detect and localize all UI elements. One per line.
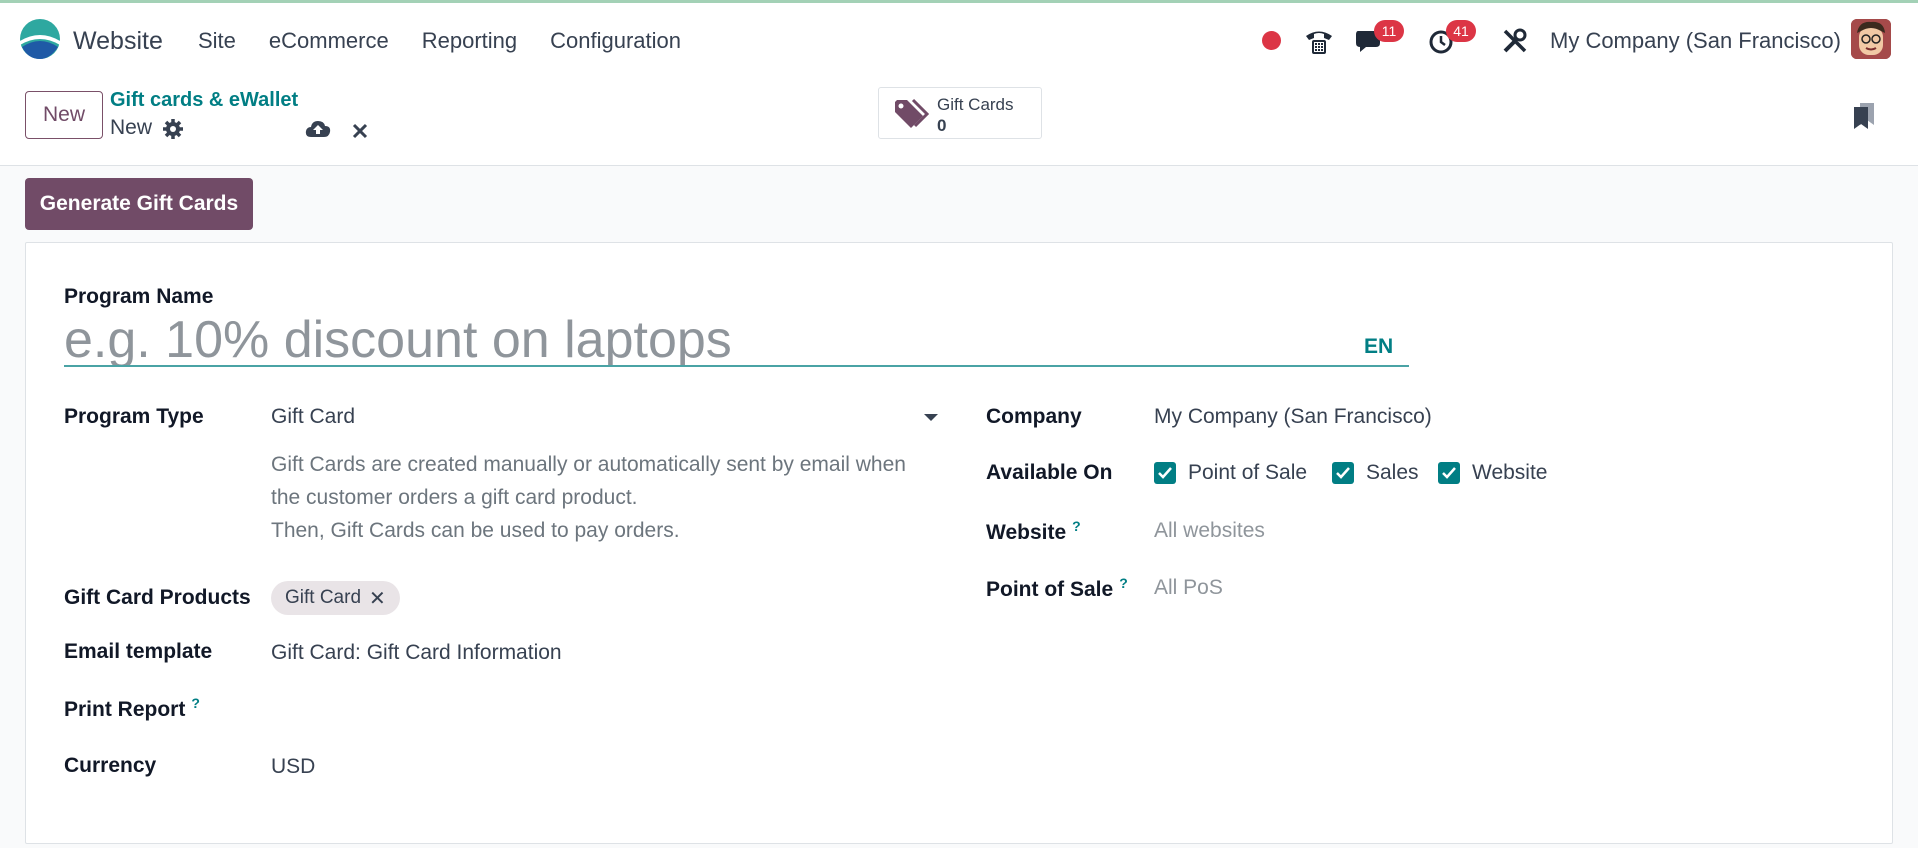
company-label: Company xyxy=(986,405,1082,428)
website-label: Website? xyxy=(986,518,1081,545)
company-field[interactable]: My Company (San Francisco) xyxy=(1154,405,1432,429)
sales-checkbox[interactable] xyxy=(1332,462,1354,484)
description-line: the customer orders a gift card product. xyxy=(271,486,638,509)
currency-field[interactable]: USD xyxy=(271,755,315,779)
tools-icon[interactable] xyxy=(1502,28,1528,54)
program-type-label: Program Type xyxy=(64,405,204,428)
website-option-label[interactable]: Website xyxy=(1472,461,1547,485)
form-sheet: Program Name EN Program Type Gift Card G… xyxy=(25,242,1893,844)
language-button[interactable]: EN xyxy=(1364,335,1393,359)
breadcrumb-current: New xyxy=(110,116,153,139)
program-type-description: Gift Cards are created manually or autom… xyxy=(271,448,971,547)
point-of-sale-label-text: Point of Sale xyxy=(986,578,1114,601)
help-icon[interactable]: ? xyxy=(191,695,200,711)
control-panel: New Gift cards & eWallet New Gift Cards … xyxy=(0,79,1918,166)
smart-button-label: Gift Cards xyxy=(937,95,1014,114)
gift-card-product-tag[interactable]: Gift Card ✕ xyxy=(271,581,400,615)
user-avatar[interactable] xyxy=(1851,19,1891,59)
description-line: Gift Cards are created manually or autom… xyxy=(271,453,906,476)
company-switcher[interactable]: My Company (San Francisco) xyxy=(1550,28,1841,54)
description-line: Then, Gift Cards can be used to pay orde… xyxy=(271,519,680,542)
website-checkbox[interactable] xyxy=(1438,462,1460,484)
bookmark-icon[interactable] xyxy=(1852,101,1876,131)
checkmark-icon xyxy=(1158,467,1172,479)
point-of-sale-field[interactable]: All PoS xyxy=(1154,576,1223,600)
top-menu: Site eCommerce Reporting Configuration xyxy=(198,28,681,54)
program-type-select[interactable]: Gift Card xyxy=(271,405,355,429)
main-navbar: Website Site eCommerce Reporting Configu… xyxy=(0,3,1918,79)
point-of-sale-label: Point of Sale? xyxy=(986,575,1128,602)
sales-option-label[interactable]: Sales xyxy=(1366,461,1419,485)
app-name[interactable]: Website xyxy=(73,27,163,56)
website-field[interactable]: All websites xyxy=(1154,519,1265,543)
tags-icon xyxy=(895,98,929,128)
help-icon[interactable]: ? xyxy=(1072,518,1081,534)
help-icon[interactable]: ? xyxy=(1119,575,1128,591)
tag-label: Gift Card xyxy=(285,587,362,608)
smart-button-count: 0 xyxy=(937,116,947,135)
menu-reporting[interactable]: Reporting xyxy=(422,28,517,54)
print-report-label-text: Print Report xyxy=(64,698,186,721)
program-name-input[interactable] xyxy=(64,315,1409,367)
available-on-label: Available On xyxy=(986,461,1113,484)
website-app-icon[interactable] xyxy=(20,19,60,59)
phone-icon[interactable] xyxy=(1304,27,1334,55)
point-of-sale-checkbox[interactable] xyxy=(1154,462,1176,484)
gift-cards-smart-button[interactable]: Gift Cards 0 xyxy=(878,87,1042,139)
save-cloud-icon[interactable] xyxy=(305,119,331,139)
website-label-text: Website xyxy=(986,521,1067,544)
print-report-label: Print Report? xyxy=(64,695,200,722)
currency-label: Currency xyxy=(64,754,157,777)
new-button[interactable]: New xyxy=(25,91,103,139)
menu-ecommerce[interactable]: eCommerce xyxy=(269,28,389,54)
generate-gift-cards-button[interactable]: Generate Gift Cards xyxy=(25,178,253,230)
checkmark-icon xyxy=(1442,467,1456,479)
chevron-down-icon[interactable] xyxy=(924,414,938,421)
breadcrumb-parent[interactable]: Gift cards & eWallet xyxy=(110,89,298,112)
close-icon[interactable]: ✕ xyxy=(369,586,386,611)
point-of-sale-option-label[interactable]: Point of Sale xyxy=(1188,461,1307,485)
gift-card-products-label: Gift Card Products xyxy=(64,586,251,609)
checkmark-icon xyxy=(1336,467,1350,479)
email-template-label: Email template xyxy=(64,640,213,663)
discard-icon[interactable] xyxy=(350,121,370,141)
messages-badge: 11 xyxy=(1374,20,1404,42)
recording-indicator-icon[interactable] xyxy=(1262,31,1281,50)
gear-icon[interactable] xyxy=(162,118,184,140)
activities-badge: 41 xyxy=(1446,20,1476,42)
menu-site[interactable]: Site xyxy=(198,28,236,54)
program-name-label: Program Name xyxy=(64,285,214,308)
email-template-field[interactable]: Gift Card: Gift Card Information xyxy=(271,641,562,665)
menu-configuration[interactable]: Configuration xyxy=(550,28,681,54)
